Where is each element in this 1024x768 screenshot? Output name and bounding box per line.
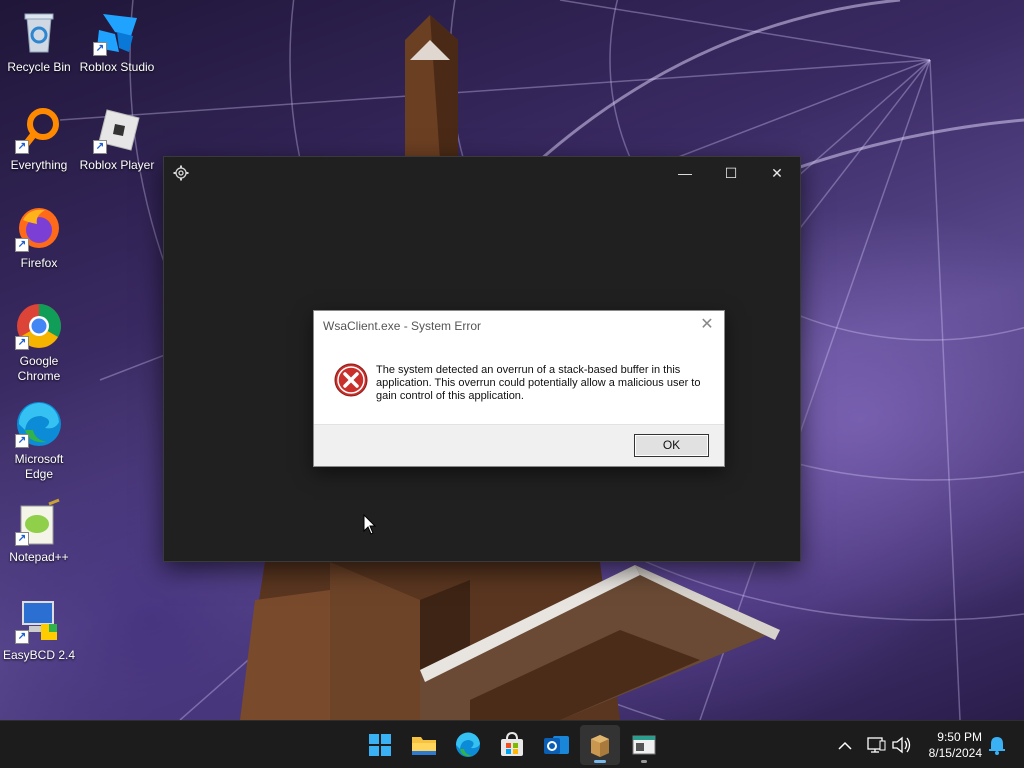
running-indicator <box>641 760 647 763</box>
dialog-footer: OK <box>314 424 724 466</box>
chevron-up-icon <box>838 741 852 750</box>
windows-start-icon <box>369 734 391 756</box>
network-icon <box>867 737 886 753</box>
ok-button[interactable]: OK <box>634 434 709 457</box>
system-clock[interactable]: 9:50 PM 8/15/2024 <box>929 729 982 761</box>
taskbar-store[interactable] <box>492 725 532 765</box>
shortcut-arrow-icon: ↗ <box>15 630 29 644</box>
taskbar-app-window[interactable] <box>624 725 664 765</box>
desktop-icon-roblox-studio[interactable]: ↗ Roblox Studio <box>78 8 156 75</box>
firefox-icon: ↗ <box>15 204 63 252</box>
taskbar-outlook[interactable] <box>536 725 576 765</box>
taskbar: 9:50 PM 8/15/2024 <box>0 720 1024 768</box>
edge-icon: ↗ <box>15 400 63 448</box>
package-icon <box>591 735 609 757</box>
desktop-icon-recycle-bin[interactable]: Recycle Bin <box>0 8 78 75</box>
dialog-close-button[interactable]: ✕ <box>696 314 718 336</box>
edge-icon <box>455 732 480 757</box>
desktop-icon-firefox[interactable]: ↗ Firefox <box>0 204 78 271</box>
shortcut-arrow-icon: ↗ <box>15 238 29 252</box>
shortcut-arrow-icon: ↗ <box>93 140 107 154</box>
desktop-icon-everything[interactable]: ↗ Everything <box>0 106 78 173</box>
close-button[interactable]: ✕ <box>754 157 800 189</box>
desktop-icon-google-chrome[interactable]: ↗ Google Chrome <box>0 302 78 384</box>
desktop-icon-label: Notepad++ <box>9 550 69 564</box>
error-icon <box>334 363 368 397</box>
system-error-dialog[interactable]: WsaClient.exe - System Error ✕ The syste… <box>313 310 725 467</box>
desktop-icon-notepad-plus-plus[interactable]: ↗ Notepad++ <box>0 498 78 565</box>
bell-icon <box>989 737 1005 755</box>
desktop-icon-roblox-player[interactable]: ↗ Roblox Player <box>78 106 156 173</box>
shortcut-arrow-icon: ↗ <box>15 532 29 546</box>
error-message: The system detected an overrun of a stac… <box>376 364 701 402</box>
clock-date: 8/15/2024 <box>928 746 982 760</box>
shortcut-arrow-icon: ↗ <box>15 434 29 448</box>
recycle-bin-icon <box>15 8 63 56</box>
desktop-icon-label: Microsoft Edge <box>14 452 64 481</box>
desktop-icon-label: Everything <box>10 158 68 172</box>
gear-icon[interactable] <box>172 165 190 183</box>
roblox-player-icon: ↗ <box>93 106 141 154</box>
app-window-icon <box>632 735 656 755</box>
roblox-studio-icon: ↗ <box>93 8 141 56</box>
desktop-icon-label: Roblox Player <box>79 158 155 172</box>
shortcut-arrow-icon: ↗ <box>93 42 107 56</box>
taskbar-start-button[interactable] <box>360 725 400 765</box>
volume-control[interactable] <box>890 721 914 768</box>
minimize-button[interactable]: — <box>662 157 708 189</box>
taskbar-android-subsystem[interactable] <box>580 725 620 765</box>
outlook-icon <box>544 736 569 754</box>
chrome-icon: ↗ <box>15 302 63 350</box>
desktop-icon-label: Roblox Studio <box>79 60 155 74</box>
easybcd-icon: ↗ <box>15 596 63 644</box>
notifications-button[interactable] <box>986 721 1008 768</box>
show-hidden-icons-button[interactable] <box>834 721 856 768</box>
active-indicator <box>594 760 606 763</box>
store-icon <box>501 731 523 756</box>
desktop-icon-label: Recycle Bin <box>7 60 71 74</box>
desktop-icon-microsoft-edge[interactable]: ↗ Microsoft Edge <box>0 400 78 482</box>
speaker-icon <box>892 736 911 754</box>
clock-time: 9:50 PM <box>937 730 982 744</box>
network-status[interactable] <box>864 721 888 768</box>
desktop-icon-label: Firefox <box>20 256 58 270</box>
shortcut-arrow-icon: ↗ <box>15 140 29 154</box>
dialog-title: WsaClient.exe - System Error <box>323 319 482 333</box>
mouse-cursor-icon <box>363 513 377 536</box>
notepad-plus-plus-icon: ↗ <box>15 498 63 546</box>
file-explorer-icon <box>412 737 436 755</box>
desktop-icon-label: EasyBCD 2.4 <box>2 648 76 662</box>
desktop-icon-easybcd[interactable]: ↗ EasyBCD 2.4 <box>0 596 78 663</box>
taskbar-edge[interactable] <box>448 725 488 765</box>
taskbar-file-explorer[interactable] <box>404 725 444 765</box>
desktop-icon-label: Google Chrome <box>17 354 61 383</box>
maximize-button[interactable]: ☐ <box>708 157 754 189</box>
everything-search-icon: ↗ <box>15 106 63 154</box>
shortcut-arrow-icon: ↗ <box>15 336 29 350</box>
